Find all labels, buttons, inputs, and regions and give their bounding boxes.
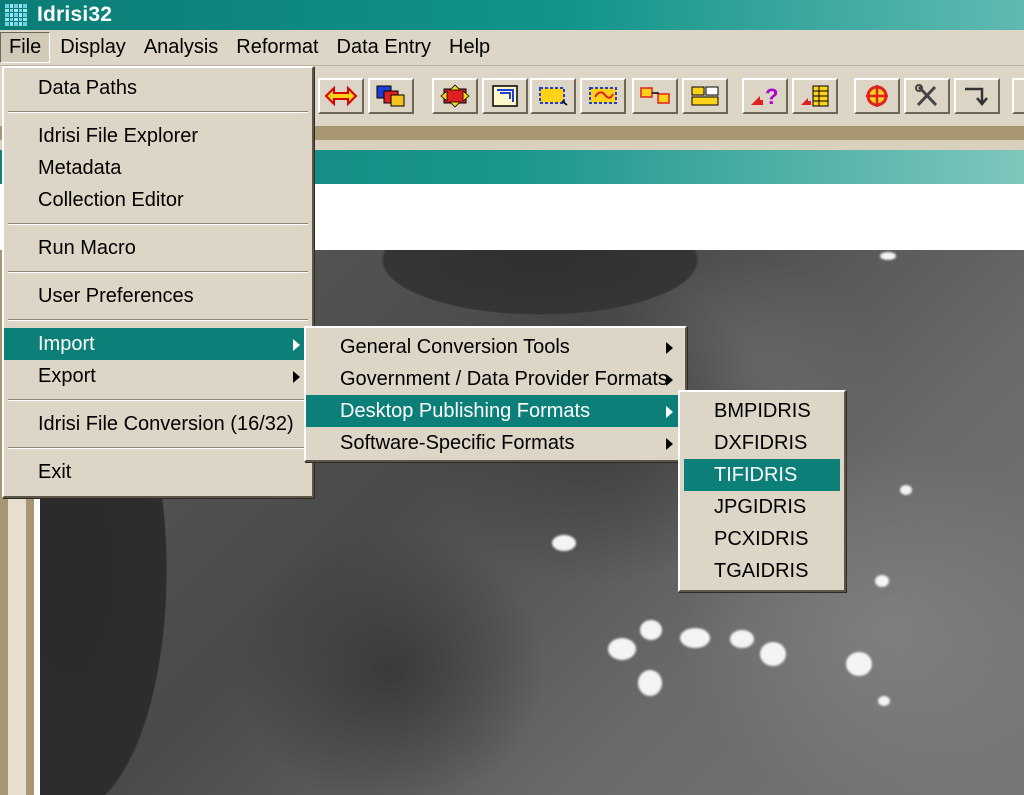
overlay-layers-icon xyxy=(376,85,405,107)
menu-item-government-data-provider-formats[interactable]: Government / Data Provider Formats xyxy=(306,363,685,395)
return-arrow-button[interactable] xyxy=(954,78,1000,114)
app-icon[interactable] xyxy=(5,4,27,26)
import-submenu: General Conversion Tools Government / Da… xyxy=(304,326,687,462)
select-box-icon xyxy=(539,87,568,106)
two-boxes-icon xyxy=(691,86,719,106)
move-icon xyxy=(440,84,470,108)
tools-icon xyxy=(915,84,938,107)
cloud-patch xyxy=(638,670,662,696)
menu-item-bmpidris[interactable]: BMPIDRIS xyxy=(680,395,844,427)
menu-item-idrisi-file-conversion[interactable]: Idrisi File Conversion (16/32) xyxy=(4,408,312,440)
submenu-arrow-icon xyxy=(666,438,673,450)
two-boxes-button[interactable] xyxy=(682,78,728,114)
cloud-patch xyxy=(900,485,912,495)
submenu-arrow-icon xyxy=(666,342,673,354)
menu-item-label: Software-Specific Formats xyxy=(340,432,575,454)
cloud-patch xyxy=(760,642,786,666)
menu-separator xyxy=(8,223,308,225)
desktop-publishing-submenu: BMPIDRIS DXFIDRIS TIFIDRIS JPGIDRIS PCXI… xyxy=(678,390,846,592)
cloud-patch xyxy=(552,535,576,551)
submenu-arrow-icon xyxy=(666,374,673,386)
cloud-patch xyxy=(680,628,710,648)
menu-item-idrisi-file-explorer[interactable]: Idrisi File Explorer xyxy=(4,120,312,152)
menu-reformat[interactable]: Reformat xyxy=(228,33,326,62)
table-query-button[interactable] xyxy=(792,78,838,114)
file-menu: Data Paths Idrisi File Explorer Metadata… xyxy=(2,66,314,498)
region-select-icon xyxy=(589,87,617,104)
double-arrow-button[interactable] xyxy=(318,78,364,114)
menu-file[interactable]: File xyxy=(0,32,51,63)
menu-item-user-preferences[interactable]: User Preferences xyxy=(4,280,312,312)
cloud-patch xyxy=(880,252,896,260)
table-query-icon xyxy=(801,85,829,107)
double-arrow-icon xyxy=(324,85,358,107)
submenu-arrow-icon xyxy=(293,371,300,383)
query-button[interactable]: ? xyxy=(742,78,788,114)
target-button[interactable] xyxy=(854,78,900,114)
menu-item-import-label: Import xyxy=(38,333,95,355)
menu-item-import[interactable]: Import xyxy=(4,328,312,360)
menu-separator xyxy=(8,319,308,321)
menu-separator xyxy=(8,447,308,449)
menu-bar: File Display Analysis Reformat Data Entr… xyxy=(0,30,1024,66)
menu-separator xyxy=(8,111,308,113)
cloud-patch xyxy=(730,630,754,648)
menu-item-metadata[interactable]: Metadata xyxy=(4,152,312,184)
menu-analysis[interactable]: Analysis xyxy=(136,33,226,62)
region-select-button[interactable] xyxy=(580,78,626,114)
cloud-patch xyxy=(608,638,636,660)
menu-item-collection-editor[interactable]: Collection Editor xyxy=(4,184,312,216)
menu-separator xyxy=(8,271,308,273)
cloud-patch xyxy=(846,652,872,676)
menu-item-label: Desktop Publishing Formats xyxy=(340,400,591,422)
menu-item-pcxidris[interactable]: PCXIDRIS xyxy=(680,523,844,555)
return-arrow-icon xyxy=(965,87,988,106)
link-shapes-icon xyxy=(640,87,670,104)
menu-item-label: Government / Data Provider Formats xyxy=(340,368,668,390)
tools-button[interactable] xyxy=(904,78,950,114)
layout-button[interactable] xyxy=(482,78,528,114)
menu-item-general-conversion-tools[interactable]: General Conversion Tools xyxy=(306,331,685,363)
menu-item-label: General Conversion Tools xyxy=(340,336,570,358)
menu-item-export[interactable]: Export xyxy=(4,360,312,392)
menu-item-run-macro[interactable]: Run Macro xyxy=(4,232,312,264)
query-icon: ? xyxy=(751,84,778,109)
menu-item-desktop-publishing-formats[interactable]: Desktop Publishing Formats xyxy=(306,395,685,427)
layout-icon xyxy=(492,85,518,107)
menu-item-exit[interactable]: Exit xyxy=(4,456,312,488)
menu-item-data-paths[interactable]: Data Paths xyxy=(4,72,312,104)
menu-data-entry[interactable]: Data Entry xyxy=(329,33,439,62)
menu-separator xyxy=(8,399,308,401)
cloud-patch xyxy=(878,696,890,706)
cloud-patch xyxy=(640,620,662,640)
menu-item-software-specific-formats[interactable]: Software-Specific Formats xyxy=(306,427,685,459)
menu-item-export-label: Export xyxy=(38,365,96,387)
overflow-button[interactable] xyxy=(1012,78,1024,114)
menu-item-tifidris[interactable]: TIFIDRIS xyxy=(684,459,840,491)
select-box-button[interactable] xyxy=(530,78,576,114)
target-icon xyxy=(866,85,888,107)
move-button[interactable] xyxy=(432,78,478,114)
menu-item-jpgidris[interactable]: JPGIDRIS xyxy=(680,491,844,523)
menu-display[interactable]: Display xyxy=(52,33,134,62)
menu-item-tgaidris[interactable]: TGAIDRIS xyxy=(680,555,844,587)
svg-text:?: ? xyxy=(765,84,778,109)
title-bar: Idrisi32 xyxy=(0,0,1024,30)
submenu-arrow-icon xyxy=(666,406,673,418)
submenu-arrow-icon xyxy=(293,339,300,351)
menu-help[interactable]: Help xyxy=(441,33,498,62)
overlay-layers-button[interactable] xyxy=(368,78,414,114)
menu-item-dxfidris[interactable]: DXFIDRIS xyxy=(680,427,844,459)
cloud-patch xyxy=(875,575,889,587)
window-title: Idrisi32 xyxy=(37,3,113,26)
link-shapes-button[interactable] xyxy=(632,78,678,114)
